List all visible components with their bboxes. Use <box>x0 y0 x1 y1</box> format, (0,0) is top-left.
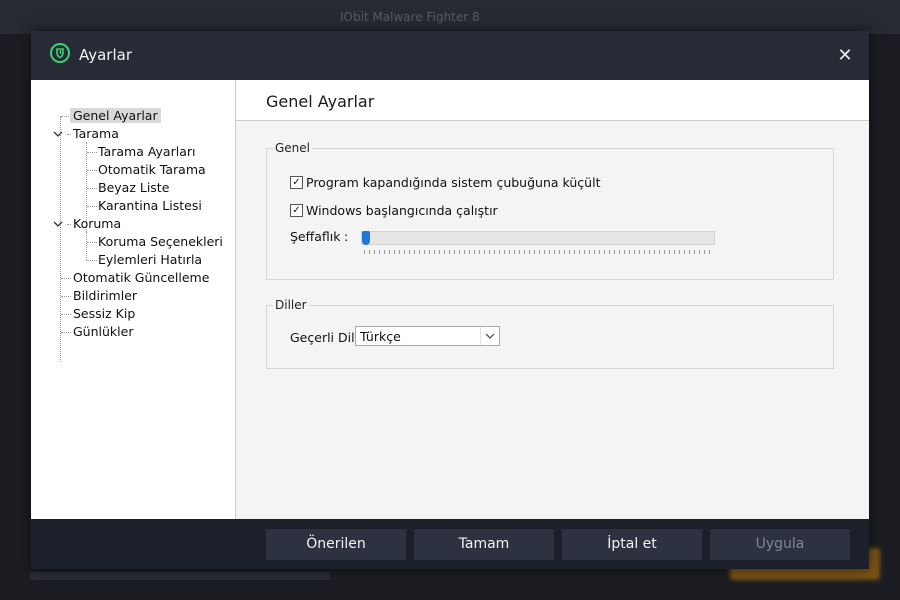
tree-item-label: Günlükler <box>73 324 134 339</box>
tree-line <box>61 332 71 333</box>
dialog-footer: Önerilen Tamam İptal et Uygula <box>31 519 869 569</box>
tree-item-koruma-secenekleri[interactable]: Koruma Seçenekleri <box>98 233 223 251</box>
tree-item-label: Koruma Seçenekleri <box>98 234 223 249</box>
ok-button[interactable]: Tamam <box>414 529 554 560</box>
panel-header: Genel Ayarlar <box>236 80 869 121</box>
dialog-titlebar[interactable]: Ayarlar ✕ <box>31 31 869 80</box>
page-title: Genel Ayarlar <box>266 92 375 111</box>
current-language-label: Geçerli Dil : <box>290 330 363 345</box>
background-app-title: IObit Malware Fighter 8 <box>340 10 480 24</box>
minimize-to-tray-checkbox[interactable]: ✓ <box>290 176 303 189</box>
apply-button[interactable]: Uygula <box>710 529 850 560</box>
minimize-to-tray-option[interactable]: ✓ Program kapandığında sistem çubuğuna k… <box>290 175 600 191</box>
tree-item-label: Bildirimler <box>73 288 138 303</box>
transparency-label: Şeffaflık <box>290 229 341 244</box>
language-select-value: Türkçe <box>360 329 401 344</box>
settings-dialog: Ayarlar ✕ Genel Ayarlar Tarama Tarama Ay… <box>31 31 869 569</box>
chevron-down-icon[interactable] <box>53 125 63 143</box>
tree-item-label: Karantina Listesi <box>98 198 202 213</box>
tree-item-tarama-ayarlari[interactable]: Tarama Ayarları <box>98 143 195 161</box>
settings-panel: Genel Ayarlar Genel ✓ Program kapandığın… <box>236 80 869 519</box>
tree-item-koruma[interactable]: Koruma <box>73 215 121 233</box>
cancel-button[interactable]: İptal et <box>562 529 702 560</box>
background-app-bar: IObit Malware Fighter 8 <box>0 0 900 34</box>
tree-line <box>61 314 71 315</box>
general-group: Genel ✓ Program kapandığında sistem çubu… <box>266 141 834 280</box>
chevron-down-icon[interactable] <box>480 327 499 345</box>
tree-line <box>67 224 71 225</box>
tree-item-bildirimler[interactable]: Bildirimler <box>73 287 137 305</box>
run-on-startup-option[interactable]: ✓ Windows başlangıcında çalıştır <box>290 203 498 219</box>
close-icon[interactable]: ✕ <box>835 46 855 66</box>
tree-item-label: Beyaz Liste <box>98 180 170 195</box>
tree-item-beyaz-liste[interactable]: Beyaz Liste <box>98 179 169 197</box>
tree-item-label: Otomatik Tarama <box>98 162 206 177</box>
tree-line <box>87 242 97 243</box>
tree-line <box>61 296 71 297</box>
chevron-down-icon[interactable] <box>53 215 63 233</box>
language-select[interactable]: Türkçe <box>355 326 500 346</box>
tree-line <box>61 278 71 279</box>
settings-tree: Genel Ayarlar Tarama Tarama Ayarları Oto… <box>31 80 236 519</box>
tree-item-label: Koruma <box>73 216 122 231</box>
tree-line <box>87 152 97 153</box>
transparency-slider-thumb[interactable] <box>362 231 370 245</box>
shield-logo-icon <box>50 43 70 63</box>
transparency-slider-ticks <box>364 250 710 254</box>
recommended-button[interactable]: Önerilen <box>266 529 406 560</box>
tree-item-genel-ayarlar[interactable]: Genel Ayarlar <box>70 107 161 125</box>
tree-root-line <box>60 116 61 362</box>
tree-line <box>87 188 97 189</box>
minimize-to-tray-label: Program kapandığında sistem çubuğuna küç… <box>306 175 601 190</box>
run-on-startup-checkbox[interactable]: ✓ <box>290 204 303 217</box>
tree-item-otomatik-guncelleme[interactable]: Otomatik Güncelleme <box>73 269 209 287</box>
tree-item-label: Otomatik Güncelleme <box>73 270 210 285</box>
tree-item-tarama[interactable]: Tarama <box>73 125 119 143</box>
panel-body: Genel ✓ Program kapandığında sistem çubu… <box>236 121 869 519</box>
tree-line <box>87 206 97 207</box>
tree-item-otomatik-tarama[interactable]: Otomatik Tarama <box>98 161 206 179</box>
tree-item-label: Eylemleri Hatırla <box>98 252 203 267</box>
transparency-colon: : <box>344 229 349 244</box>
tree-item-gunlukler[interactable]: Günlükler <box>73 323 133 341</box>
background-status-text <box>30 572 330 580</box>
tree-line <box>67 134 71 135</box>
tree-item-sessiz-kip[interactable]: Sessiz Kip <box>73 305 135 323</box>
languages-group: Diller Geçerli Dil : Türkçe <box>266 298 834 369</box>
tree-item-karantina-listesi[interactable]: Karantina Listesi <box>98 197 202 215</box>
tree-item-label: Genel Ayarlar <box>70 108 161 123</box>
tree-line <box>87 260 97 261</box>
tree-item-label: Tarama Ayarları <box>98 144 196 159</box>
general-group-legend: Genel <box>273 141 313 155</box>
tree-branch-line <box>86 232 87 260</box>
tree-item-eylemleri-hatirla[interactable]: Eylemleri Hatırla <box>98 251 202 269</box>
tree-line <box>87 170 97 171</box>
languages-group-legend: Diller <box>273 298 309 312</box>
tree-item-label: Sessiz Kip <box>73 306 136 321</box>
transparency-slider[interactable] <box>361 231 715 245</box>
run-on-startup-label: Windows başlangıcında çalıştır <box>306 203 498 218</box>
tree-item-label: Tarama <box>73 126 119 141</box>
dialog-title: Ayarlar <box>79 46 133 64</box>
